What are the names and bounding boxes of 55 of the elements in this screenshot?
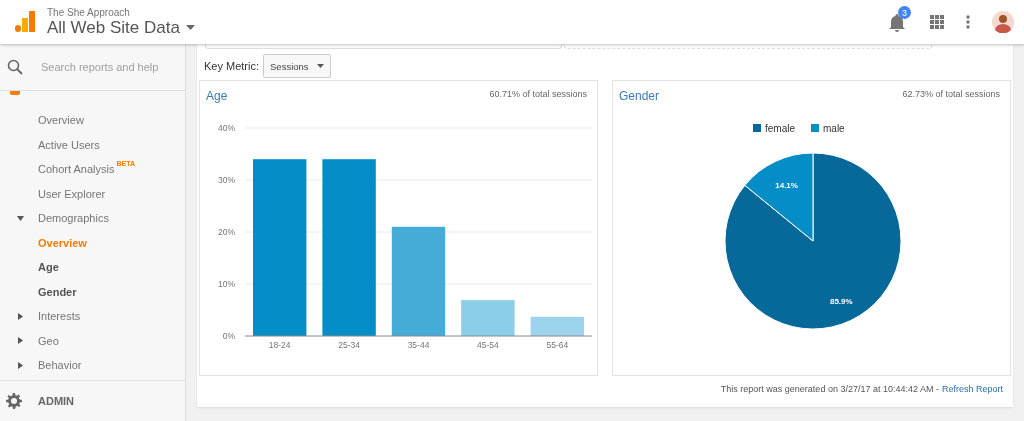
axis-label: 55-64: [546, 340, 569, 350]
axis-label: 30%: [218, 175, 235, 185]
axis-label: 25-34: [338, 340, 360, 350]
report-timestamp: This report was generated on 3/27/17 at 10:44:42 AM -: [720, 384, 939, 394]
search-field[interactable]: Search reports and help: [39, 60, 173, 74]
nav-item[interactable]: Gender: [0, 279, 185, 304]
gear-icon: [6, 393, 22, 409]
bar: [530, 316, 584, 336]
nav-item[interactable]: Overview: [0, 108, 185, 133]
caret-right-icon[interactable]: [17, 361, 24, 369]
legend-label: female: [765, 123, 795, 134]
nav-item[interactable]: User Explorer: [0, 181, 185, 206]
axis-label: 20%: [218, 227, 235, 237]
caret-right-icon[interactable]: [17, 337, 24, 345]
slice-label: 85.9%: [829, 296, 853, 306]
axis-label: 45-54: [477, 340, 499, 350]
sessions-share: 60.71% of total sessions: [489, 89, 587, 99]
caret-down-icon[interactable]: [17, 214, 24, 222]
account-name: The She Approach: [47, 6, 131, 18]
slice-label: 14.1%: [775, 181, 798, 191]
axis-label: 0%: [222, 331, 235, 341]
axis-label: 10%: [218, 279, 235, 289]
panel-title: Gender: [619, 89, 660, 103]
bar: [461, 300, 515, 336]
nav-item[interactable]: Active Users: [0, 132, 185, 157]
nav-item[interactable]: Behavior: [0, 353, 185, 378]
nav-item[interactable]: Interests: [0, 304, 185, 329]
nav-item[interactable]: Age: [0, 255, 185, 280]
analytics-logo: [14, 11, 36, 33]
admin-item[interactable]: ADMIN: [0, 380, 185, 421]
search-icon[interactable]: [7, 59, 23, 75]
nav-item[interactable]: Demographics: [0, 206, 185, 231]
legend-swatch: [811, 124, 819, 132]
nav-item[interactable]: Cohort Analysis $^{BETA}$: [0, 157, 185, 182]
axis-label: 35-44: [407, 340, 430, 350]
axis-label: 18-24: [268, 340, 291, 350]
refresh-report-link[interactable]: Refresh Report: [941, 384, 1003, 394]
apps-icon[interactable]: [930, 15, 944, 29]
panel-title: Age: [206, 89, 228, 103]
legend-swatch: [753, 124, 761, 132]
axis-label: 40%: [218, 123, 235, 133]
more-icon[interactable]: [966, 15, 970, 29]
sessions-share: 62.73% of total sessions: [902, 89, 1000, 99]
section-indicator: [10, 91, 20, 95]
property-selector[interactable]: All Web Site Data: [47, 17, 195, 38]
caret-down-icon: [185, 25, 195, 30]
caret-right-icon[interactable]: [17, 312, 24, 320]
key-metric-label: Key Metric:: [204, 60, 259, 72]
notification-badge: 3: [898, 6, 911, 19]
legend-label: male: [823, 123, 845, 134]
caret-down-icon: [316, 64, 324, 68]
metric-dropdown[interactable]: Sessions: [263, 54, 331, 78]
nav-item[interactable]: Overview: [0, 230, 185, 255]
nav-item[interactable]: Geo: [0, 328, 185, 353]
avatar[interactable]: [992, 11, 1014, 33]
